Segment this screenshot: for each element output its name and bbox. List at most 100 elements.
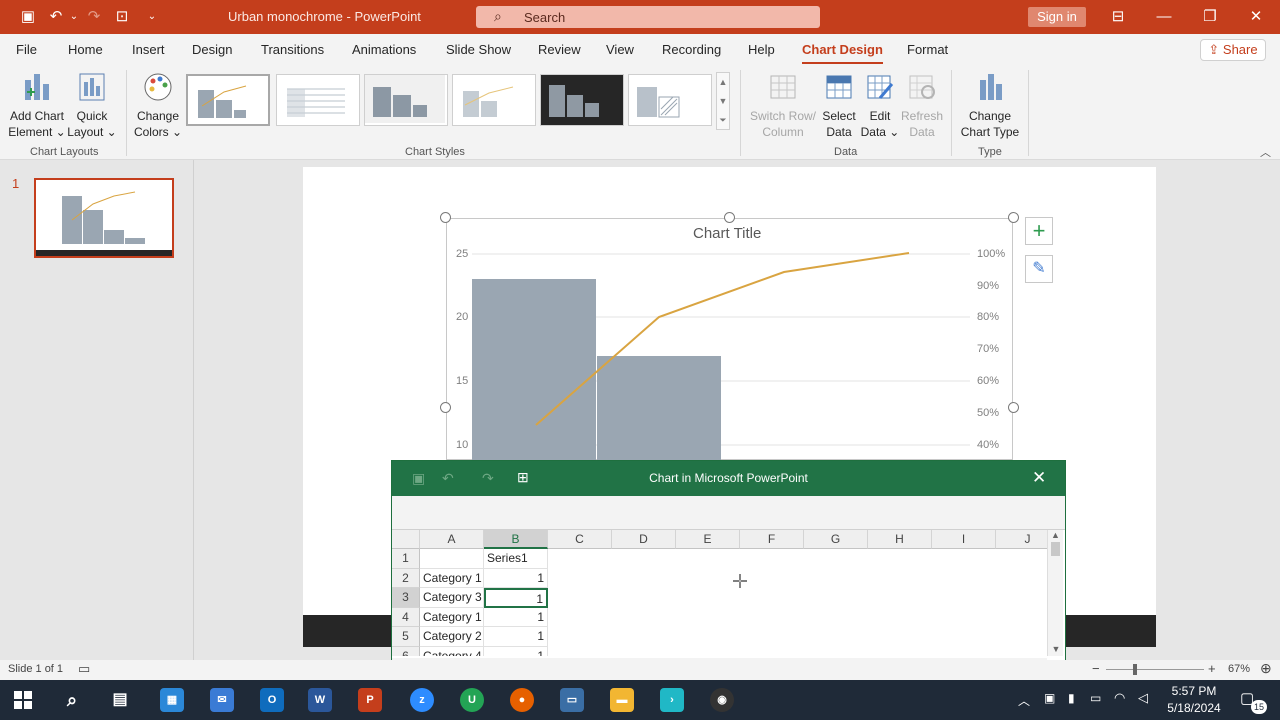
undo-dropdown-icon[interactable]: ⌄ <box>64 7 84 27</box>
column-header-c[interactable]: C <box>548 530 612 549</box>
powerpoint-icon[interactable]: P <box>358 688 382 712</box>
edit-data-button[interactable]: Edit Data ⌄ <box>860 70 900 140</box>
resize-handle[interactable] <box>1008 402 1019 413</box>
chart-style-1[interactable] <box>186 74 270 126</box>
accessibility-icon[interactable]: ▭ <box>78 661 90 677</box>
tab-file[interactable]: File <box>16 42 37 57</box>
search-icon[interactable]: ⌕ <box>60 688 84 712</box>
row-header[interactable]: 6 <box>392 646 420 656</box>
tab-animations[interactable]: Animations <box>352 42 416 57</box>
chart-styles-brush-icon[interactable]: ✎ <box>1025 255 1053 283</box>
tab-home[interactable]: Home <box>68 42 103 57</box>
obs-icon[interactable]: ◉ <box>710 688 734 712</box>
change-colors-button[interactable]: Change Colors ⌄ <box>132 70 184 140</box>
cell-b5[interactable]: 1 <box>484 627 548 647</box>
bar-category-1[interactable] <box>472 279 596 460</box>
vertical-scrollbar[interactable]: ▲ ▼ <box>1047 530 1063 656</box>
file-explorer-icon[interactable]: ▬ <box>610 688 634 712</box>
chart-title[interactable]: Chart Title <box>693 225 761 242</box>
row-header[interactable]: 3 <box>392 588 420 608</box>
resize-handle[interactable] <box>440 212 451 223</box>
cell-b6[interactable]: 1 <box>484 646 548 656</box>
meet-now-icon[interactable]: ▣ <box>1044 691 1055 705</box>
add-chart-element-button[interactable]: Add Chart Element ⌄ <box>6 70 68 140</box>
maximize-icon[interactable]: ❐ <box>1200 7 1220 27</box>
chart-style-3[interactable] <box>364 74 448 126</box>
row-header[interactable]: 5 <box>392 627 420 647</box>
collapse-ribbon-icon[interactable]: ︿ <box>1260 144 1271 160</box>
formula-bar[interactable] <box>392 496 1065 530</box>
store-icon[interactable]: ▦ <box>160 688 184 712</box>
windows-start-icon[interactable] <box>14 691 32 709</box>
column-header-g[interactable]: G <box>804 530 868 549</box>
outlook-icon[interactable]: O <box>260 688 284 712</box>
column-header-e[interactable]: E <box>676 530 740 549</box>
row-header[interactable]: 1 <box>392 549 420 569</box>
cell-b3[interactable]: 1 <box>484 588 548 608</box>
column-header-j[interactable]: J <box>996 530 1052 549</box>
mail-icon[interactable]: ✉ <box>210 688 234 712</box>
row-header[interactable]: 4 <box>392 607 420 627</box>
zoom-app-icon[interactable]: z <box>410 688 434 712</box>
fit-to-window-icon[interactable]: ⊕ <box>1260 660 1272 677</box>
close-icon[interactable]: ✕ <box>1246 7 1266 27</box>
undo-icon[interactable]: ↶ <box>46 7 66 27</box>
cell-a4[interactable]: Category 1 <box>420 607 484 627</box>
row-header[interactable]: 2 <box>392 568 420 588</box>
tab-chart-design[interactable]: Chart Design <box>802 42 883 65</box>
tab-design[interactable]: Design <box>192 42 232 57</box>
zoom-slider-track[interactable] <box>1106 669 1204 670</box>
task-view-icon[interactable]: ▤ <box>108 688 132 712</box>
column-header-i[interactable]: I <box>932 530 996 549</box>
scroll-up-icon[interactable]: ▲ <box>1048 530 1063 540</box>
ribbon-display-options-icon[interactable]: ⊟ <box>1108 7 1128 27</box>
chart-elements-plus-icon[interactable]: + <box>1025 217 1053 245</box>
share-button[interactable]: ⇪ Share <box>1200 39 1266 61</box>
cell-a1[interactable] <box>420 549 484 569</box>
tab-transitions[interactable]: Transitions <box>261 42 324 57</box>
volume-icon[interactable]: ◁ <box>1138 690 1148 706</box>
column-header-d[interactable]: D <box>612 530 676 549</box>
cell-a2[interactable]: Category 1 <box>420 568 484 588</box>
remote-desktop-icon[interactable]: ▭ <box>560 688 584 712</box>
scroll-thumb[interactable] <box>1051 542 1060 556</box>
minimize-icon[interactable]: — <box>1154 7 1174 27</box>
upwork-icon[interactable]: U <box>460 688 484 712</box>
firefox-icon[interactable]: ● <box>510 688 534 712</box>
customize-quick-access-icon[interactable]: ⌄ <box>142 7 162 27</box>
battery-icon[interactable]: ▭ <box>1090 691 1101 705</box>
bar-category-2[interactable] <box>597 356 721 460</box>
zoom-out-icon[interactable]: − <box>1092 661 1100 676</box>
column-header-b[interactable]: B <box>484 530 548 549</box>
spreadsheet-grid[interactable]: A B C D E F G H I J 1 Series1 2 Category… <box>392 530 1052 656</box>
word-icon[interactable]: W <box>308 688 332 712</box>
tab-recording[interactable]: Recording <box>662 42 721 57</box>
cell-b1[interactable]: Series1 <box>484 549 548 569</box>
column-header-f[interactable]: F <box>740 530 804 549</box>
chart-style-6[interactable] <box>628 74 712 126</box>
select-data-button[interactable]: Select Data <box>818 70 860 140</box>
present-icon[interactable]: ⊡ <box>112 7 132 27</box>
column-header-h[interactable]: H <box>868 530 932 549</box>
wifi-icon[interactable]: ◠ <box>1114 690 1125 706</box>
sign-in-button[interactable]: Sign in <box>1028 7 1086 27</box>
scroll-down-icon[interactable]: ▼ <box>717 92 729 111</box>
cell-a3[interactable]: Category 3 <box>420 588 484 608</box>
zoom-level[interactable]: 67% <box>1228 663 1250 675</box>
chart-style-4[interactable] <box>452 74 536 126</box>
cell-b4[interactable]: 1 <box>484 607 548 627</box>
tab-format[interactable]: Format <box>907 42 948 57</box>
chart-styles-scroll[interactable]: ▲ ▼ ⏷ <box>716 72 730 130</box>
quick-layout-button[interactable]: Quick Layout ⌄ <box>66 70 118 140</box>
zoom-slider-thumb[interactable] <box>1133 664 1137 675</box>
change-chart-type-button[interactable]: Change Chart Type <box>958 70 1022 140</box>
scroll-down-icon[interactable]: ▼ <box>1048 644 1064 654</box>
search-box[interactable]: ⌕ Search <box>476 6 820 28</box>
column-header-a[interactable]: A <box>420 530 484 549</box>
tab-slide-show[interactable]: Slide Show <box>446 42 511 57</box>
close-icon[interactable]: ✕ <box>1032 468 1046 488</box>
microphone-icon[interactable]: ▮ <box>1068 691 1075 705</box>
tab-insert[interactable]: Insert <box>132 42 165 57</box>
chart-style-5[interactable] <box>540 74 624 126</box>
tab-help[interactable]: Help <box>748 42 775 57</box>
